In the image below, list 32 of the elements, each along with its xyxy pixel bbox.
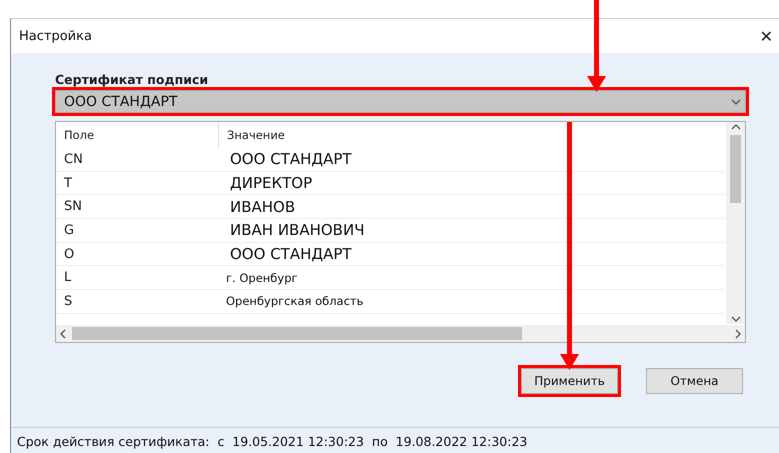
table-cell-text: ДИРЕКТОР bbox=[229, 174, 314, 192]
chevron-down-icon bbox=[731, 96, 741, 106]
table-cell-text: ООО СТАНДАРТ bbox=[229, 245, 353, 264]
column-header: Поле bbox=[56, 122, 219, 148]
scrollbar-thumb[interactable] bbox=[72, 327, 522, 340]
table-cell-text: SN bbox=[63, 199, 83, 214]
table-cell-text: O bbox=[63, 246, 76, 262]
table-cell-text: T bbox=[63, 176, 73, 191]
column-header: Значение bbox=[226, 127, 286, 144]
table-cell-text: G bbox=[63, 222, 76, 238]
table-cell-text: Оренбургская область bbox=[225, 294, 364, 308]
field-label: Сертификат подписи bbox=[55, 72, 210, 87]
table-cell-text: L bbox=[63, 270, 72, 286]
table-cell-text: CN bbox=[63, 152, 84, 167]
window-title: Настройка bbox=[19, 28, 92, 44]
chevron-down-icon bbox=[730, 314, 740, 324]
table-cell-text: ИВАНОВ bbox=[229, 198, 296, 216]
table-cell-text: S bbox=[63, 294, 74, 309]
table-cell-text: ООО СТАНДАРТ bbox=[229, 150, 353, 168]
table-cell-text: ИВАН ИВАНОВИЧ bbox=[229, 221, 366, 240]
chevron-left-icon bbox=[58, 328, 68, 338]
horizontal-scrollbar[interactable] bbox=[56, 325, 745, 342]
close-button[interactable]: ✕ bbox=[754, 26, 779, 46]
dialog-button[interactable]: Применить bbox=[521, 368, 618, 394]
scrollbar-thumb[interactable] bbox=[730, 135, 741, 203]
table-cell-text: г. Оренбург bbox=[225, 270, 299, 285]
vertical-scrollbar[interactable] bbox=[726, 122, 745, 324]
status-text: Срок действия сертификата: с 19.05.2021 12:30:23 по 19.08.2022 12:30:23 bbox=[17, 434, 528, 448]
certificate-dropdown[interactable]: ООО СТАНДАРТ bbox=[55, 90, 746, 113]
chevron-right-icon bbox=[733, 328, 743, 338]
dialog-button[interactable]: Отмена bbox=[646, 368, 743, 394]
chevron-up-icon bbox=[730, 122, 740, 132]
